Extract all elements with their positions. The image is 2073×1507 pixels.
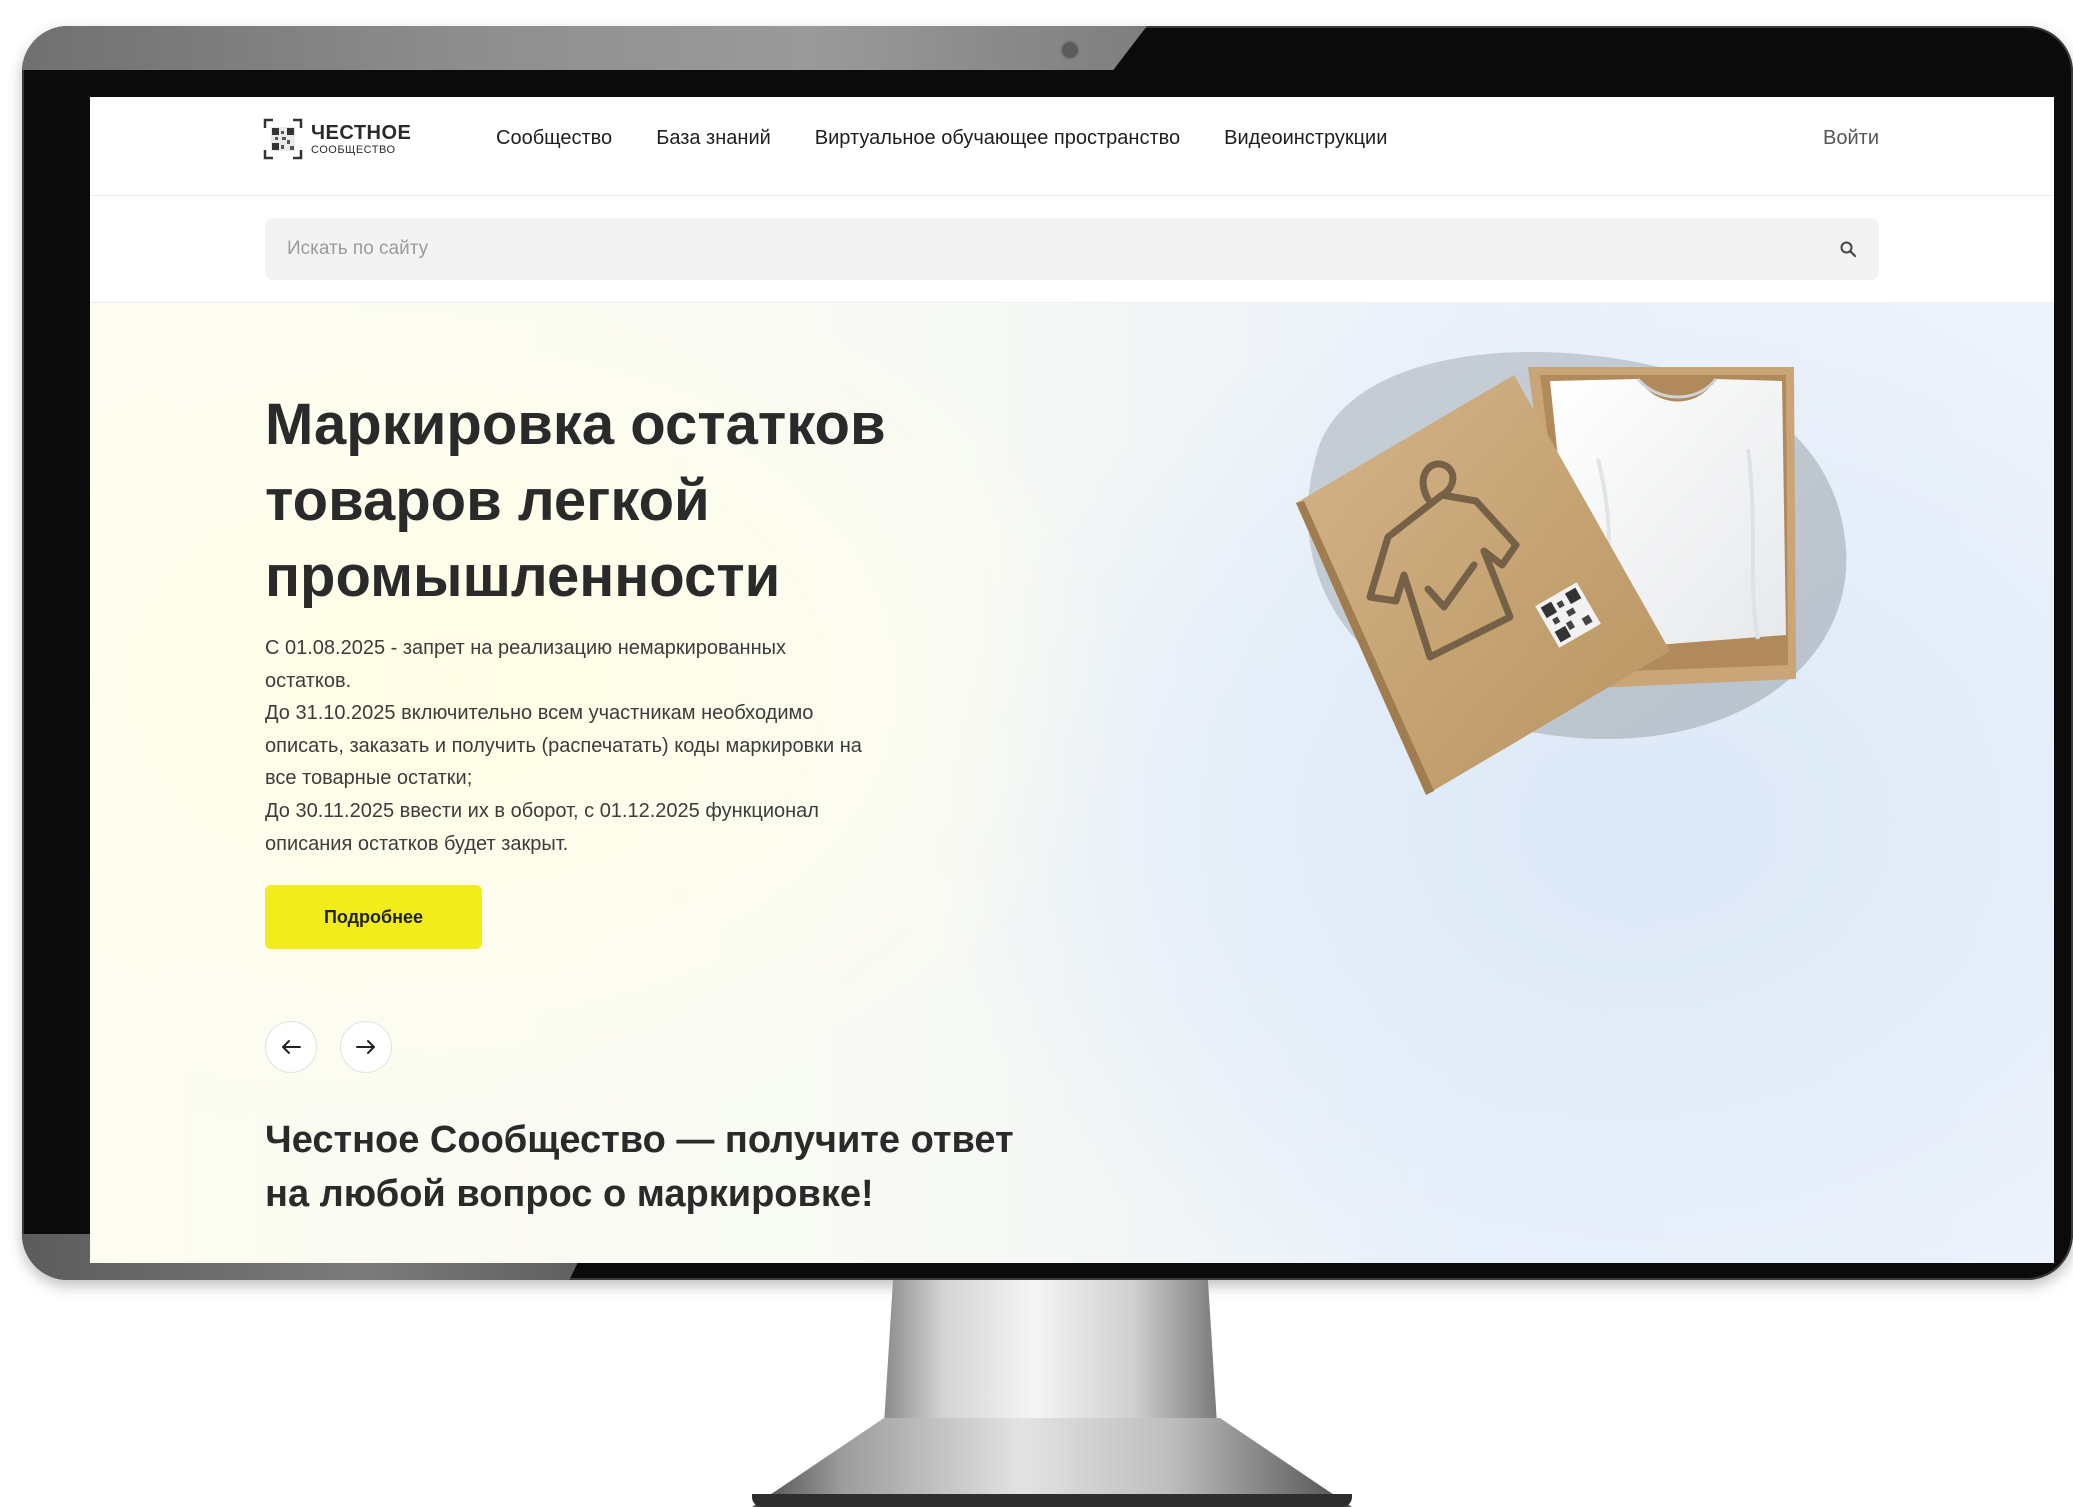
search-icon[interactable] bbox=[1839, 240, 1857, 258]
nav-item-video-instructions[interactable]: Видеоинструкции bbox=[1224, 127, 1387, 150]
search-placeholder: Искать по сайту bbox=[287, 238, 429, 259]
camera bbox=[1060, 40, 1080, 60]
monitor-stand-edge bbox=[752, 1494, 1352, 1507]
monitor-frame: ЧЕСТНОЕ СООБЩЕСТВО Сообщество База знани… bbox=[22, 26, 2073, 1280]
hero-title-line: товаров легкой bbox=[265, 468, 710, 533]
site-header: ЧЕСТНОЕ СООБЩЕСТВО Сообщество База знани… bbox=[90, 97, 2054, 196]
more-button[interactable]: Подробнее bbox=[265, 885, 482, 949]
community-heading-line: Честное Сообщество — получите ответ bbox=[265, 1119, 1014, 1161]
hero-desc-line: описать, заказать и получить (распечатат… bbox=[265, 734, 862, 757]
arrow-right-icon bbox=[356, 1040, 375, 1054]
logo-line1: ЧЕСТНОЕ bbox=[311, 121, 412, 144]
hero-desc-line: все товарные остатки; bbox=[265, 767, 473, 790]
search-input[interactable]: Искать по сайту bbox=[265, 218, 1879, 280]
logo-text: ЧЕСТНОЕ СООБЩЕСТВО bbox=[311, 123, 411, 156]
login-link[interactable]: Войти bbox=[1823, 127, 1879, 150]
hero-desc-line: До 30.11.2025 ввести их в оборот, с 01.1… bbox=[265, 799, 819, 822]
logo[interactable]: ЧЕСТНОЕ СООБЩЕСТВО bbox=[263, 116, 411, 162]
hero-desc-line: С 01.08.2025 - запрет на реализацию нема… bbox=[265, 637, 787, 659]
hero-title: Маркировка остатков товаров легкой промы… bbox=[265, 387, 985, 615]
nav-item-knowledge-base[interactable]: База знаний bbox=[656, 127, 771, 150]
logo-line2: СООБЩЕСТВО bbox=[311, 143, 396, 156]
hero-desc-line: До 31.10.2025 включительно всем участник… bbox=[265, 702, 814, 725]
hero-title-line: Маркировка остатков bbox=[265, 392, 886, 457]
bezel-glare bbox=[22, 26, 1147, 70]
hero-desc-line: описания остатков будет закрыт. bbox=[265, 832, 569, 855]
logo-icon bbox=[263, 118, 303, 160]
hero-description: С 01.08.2025 - запрет на реализацию нема… bbox=[265, 632, 965, 860]
carousel-prev-button[interactable] bbox=[265, 1021, 317, 1073]
screen: ЧЕСТНОЕ СООБЩЕСТВО Сообщество База знани… bbox=[90, 97, 2054, 1263]
hero-image bbox=[1296, 351, 1847, 795]
community-heading-line: на любой вопрос о маркировке! bbox=[265, 1173, 874, 1215]
main-nav: Сообщество База знаний Виртуальное обуча… bbox=[496, 127, 1387, 150]
nav-item-community[interactable]: Сообщество bbox=[496, 127, 612, 150]
hero-desc-line: остатков. bbox=[265, 669, 352, 692]
monitor-stand-neck bbox=[883, 1280, 1218, 1440]
hero-title-line: промышленности bbox=[265, 544, 781, 609]
hero-section: Маркировка остатков товаров легкой промы… bbox=[90, 303, 2054, 1263]
nav-item-virtual-learning[interactable]: Виртуальное обучающее пространство bbox=[815, 127, 1180, 150]
search-section: Искать по сайту bbox=[90, 196, 2054, 303]
arrow-left-icon bbox=[282, 1040, 301, 1054]
community-heading: Честное Сообщество — получите ответ на л… bbox=[265, 1113, 1085, 1221]
carousel-next-button[interactable] bbox=[340, 1021, 392, 1073]
